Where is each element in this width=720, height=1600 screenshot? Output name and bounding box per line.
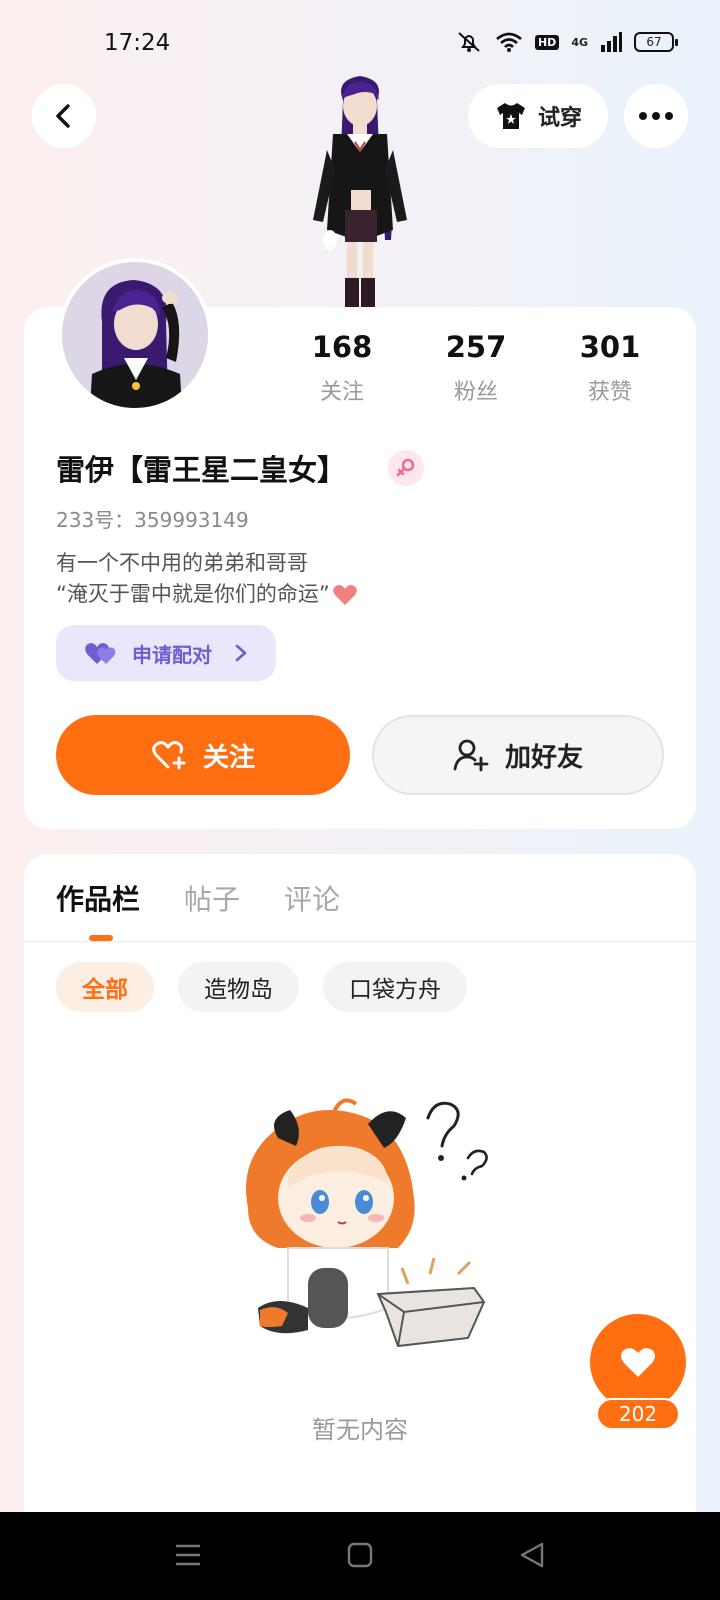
stat-following-count: 168	[311, 330, 373, 364]
stat-fans-count: 257	[445, 330, 507, 364]
battery-icon: 67	[634, 32, 678, 52]
avatar-image	[62, 262, 208, 408]
bio-line-2: “淹灭于雷中就是你们的命运”	[56, 582, 330, 606]
filter-chips: 全部 造物岛 口袋方舟	[56, 962, 467, 1012]
stat-likes-label: 获赞	[587, 380, 632, 405]
empty-state-illustration	[246, 1098, 488, 1348]
content-tabs: 作品栏 帖子 评论	[56, 878, 340, 918]
add-user-icon	[453, 739, 489, 772]
more-dots-icon	[639, 112, 673, 120]
follow-label: 关注	[202, 742, 255, 773]
female-gender-icon	[388, 450, 424, 486]
heart-icon	[621, 1348, 655, 1377]
tabs-divider	[24, 941, 696, 942]
wifi-icon	[496, 32, 522, 52]
request-pair-label: 申请配对	[132, 642, 212, 667]
back-button[interactable]	[32, 84, 96, 148]
hd-badge: HD	[534, 34, 560, 50]
stat-following[interactable]: 168 关注	[282, 330, 402, 406]
request-pair-button[interactable]: 申请配对	[56, 625, 276, 681]
heart-plus-icon	[152, 741, 186, 770]
username: 雷伊【雷王星二皇女】	[56, 453, 347, 487]
status-time: 17:24	[104, 30, 171, 56]
chip-pocket-ark[interactable]: 口袋方舟	[323, 962, 467, 1012]
signal-icon	[601, 32, 622, 52]
menu-nav-icon[interactable]	[174, 1540, 202, 1570]
status-icons: HD 4G 67	[455, 30, 678, 54]
tab-works[interactable]: 作品栏	[56, 878, 140, 918]
try-on-button[interactable]: 试穿	[468, 84, 608, 148]
tab-posts[interactable]: 帖子	[184, 878, 240, 918]
add-friend-button[interactable]: 加好友	[372, 715, 664, 795]
add-friend-label: 加好友	[504, 742, 583, 773]
stat-fans-label: 粉丝	[453, 380, 498, 405]
bio-line-1: 有一个不中用的弟弟和哥哥	[56, 551, 308, 575]
back-nav-icon[interactable]	[518, 1540, 546, 1570]
avatar[interactable]	[58, 258, 212, 412]
more-button[interactable]	[624, 84, 688, 148]
like-count: 202	[596, 1398, 680, 1430]
home-nav-icon[interactable]	[346, 1540, 374, 1570]
stat-likes-count: 301	[579, 330, 641, 364]
chevron-right-icon	[235, 644, 247, 662]
system-nav-bar	[0, 1512, 720, 1600]
avatar-figure-image	[313, 76, 407, 310]
like-button[interactable]	[590, 1314, 686, 1410]
follow-button[interactable]: 关注	[56, 715, 350, 795]
purple-heart-icon	[85, 643, 116, 664]
bio: 有一个不中用的弟弟和哥哥 “淹灭于雷中就是你们的命运”	[56, 548, 358, 610]
try-on-label: 试穿	[537, 106, 582, 131]
network-label: 4G	[571, 35, 588, 49]
stat-following-label: 关注	[319, 380, 364, 405]
chip-creation-island[interactable]: 造物岛	[178, 962, 299, 1012]
user-id: 233号：359993149	[56, 508, 249, 532]
chip-all[interactable]: 全部	[56, 962, 154, 1012]
heart-emoji-icon	[332, 584, 357, 605]
stat-likes[interactable]: 301 获赞	[550, 330, 670, 406]
stat-fans[interactable]: 257 粉丝	[416, 330, 536, 406]
battery-level: 67	[646, 35, 662, 49]
chevron-left-icon	[56, 104, 70, 128]
mute-bell-icon	[458, 32, 480, 52]
tab-comments[interactable]: 评论	[284, 878, 340, 918]
shirt-icon	[496, 103, 525, 129]
